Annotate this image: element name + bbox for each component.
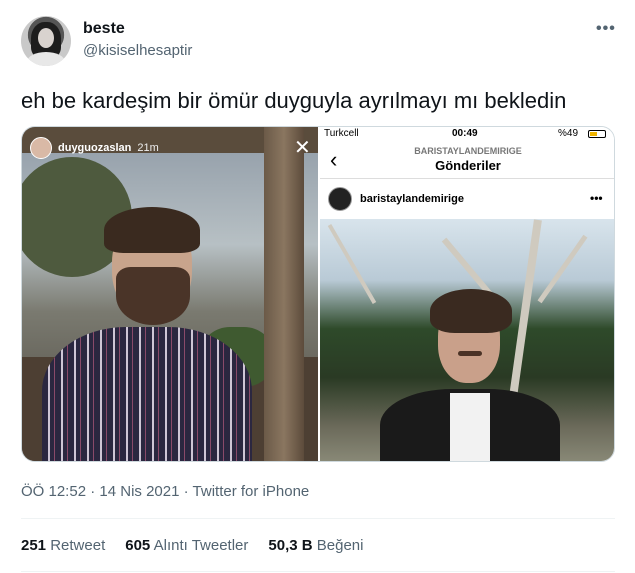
close-icon: ✕ [294,137,311,159]
white-tshirt [450,393,490,461]
likes-label: Beğeni [316,537,364,554]
post-photo [320,219,614,461]
hair [104,207,200,253]
phone-status-bar: Turkcell 00:49 %49 [320,127,614,141]
avatar-body [27,52,65,66]
tweet-date[interactable]: 14 Nis 2021 [99,483,179,500]
likes-count: 50,3 B [268,537,313,554]
meta-separator: · [183,483,189,500]
quotes-count: 605 [125,537,151,554]
branch [327,224,377,304]
post-header: baristaylandemirige ••• [320,179,614,219]
user-handle[interactable]: @kisiselhesaptir [83,42,192,59]
tweet-media[interactable]: duyguozaslan 21m ✕ Turkcell 00:49 %49 ‹ … [21,126,615,462]
battery-icon [588,130,606,138]
story-time: 21m [137,142,159,154]
striped-shirt [42,327,252,461]
person-left [42,207,252,461]
avatar[interactable] [21,16,71,66]
carrier: Turkcell [324,128,359,139]
person-right [380,289,560,461]
media-photo-right[interactable]: Turkcell 00:49 %49 ‹ BARISTAYLANDEMIRIGE… [320,127,614,461]
battery-fill [590,132,597,136]
beard [116,267,190,325]
post-avatar [328,187,352,211]
quotes-stat[interactable]: 605 Alıntı Tweetler [125,537,248,554]
hair [430,289,512,333]
story-username: duyguozaslan [58,142,132,154]
nav-subtitle: BARISTAYLANDEMIRIGE [414,146,522,156]
post-more-icon: ••• [590,191,603,205]
likes-stat[interactable]: 50,3 B Beğeni [268,537,363,554]
retweets-label: Retweet [50,537,106,554]
post-username: baristaylandemirige [360,193,464,205]
tweet-text: eh be kardeşim bir ömür duyguyla ayrılma… [21,88,567,113]
media-photo-left[interactable]: duyguozaslan 21m ✕ [22,127,318,461]
divider [21,571,615,572]
display-name[interactable]: beste [83,20,125,38]
tweet-card: beste @kisiselhesaptir ••• eh be kardeşi… [0,0,635,573]
status-time: 00:49 [452,128,478,139]
tweet-source[interactable]: Twitter for iPhone [193,483,310,500]
phone-nav-header: ‹ BARISTAYLANDEMIRIGE Gönderiler [320,141,614,179]
story-user: duyguozaslan 21m [30,137,159,159]
mustache [458,351,482,356]
retweets-stat[interactable]: 251 Retweet [21,537,105,554]
meta-separator: · [90,483,96,500]
nav-title: Gönderiler [435,158,501,173]
tweet-stats: 251 Retweet 605 Alıntı Tweetler 50,3 B B… [21,537,363,554]
divider [21,518,615,519]
retweets-count: 251 [21,537,47,554]
tweet-meta: ÖÖ 12:52 · 14 Nis 2021 · Twitter for iPh… [21,483,309,500]
tweet-time[interactable]: ÖÖ 12:52 [21,483,86,500]
avatar-face [38,28,54,48]
pillar [264,127,304,461]
more-horizontal-icon[interactable]: ••• [596,20,616,38]
quotes-label: Alıntı Tweetler [153,537,249,554]
battery-text: %49 [558,128,579,139]
story-avatar [30,137,52,159]
